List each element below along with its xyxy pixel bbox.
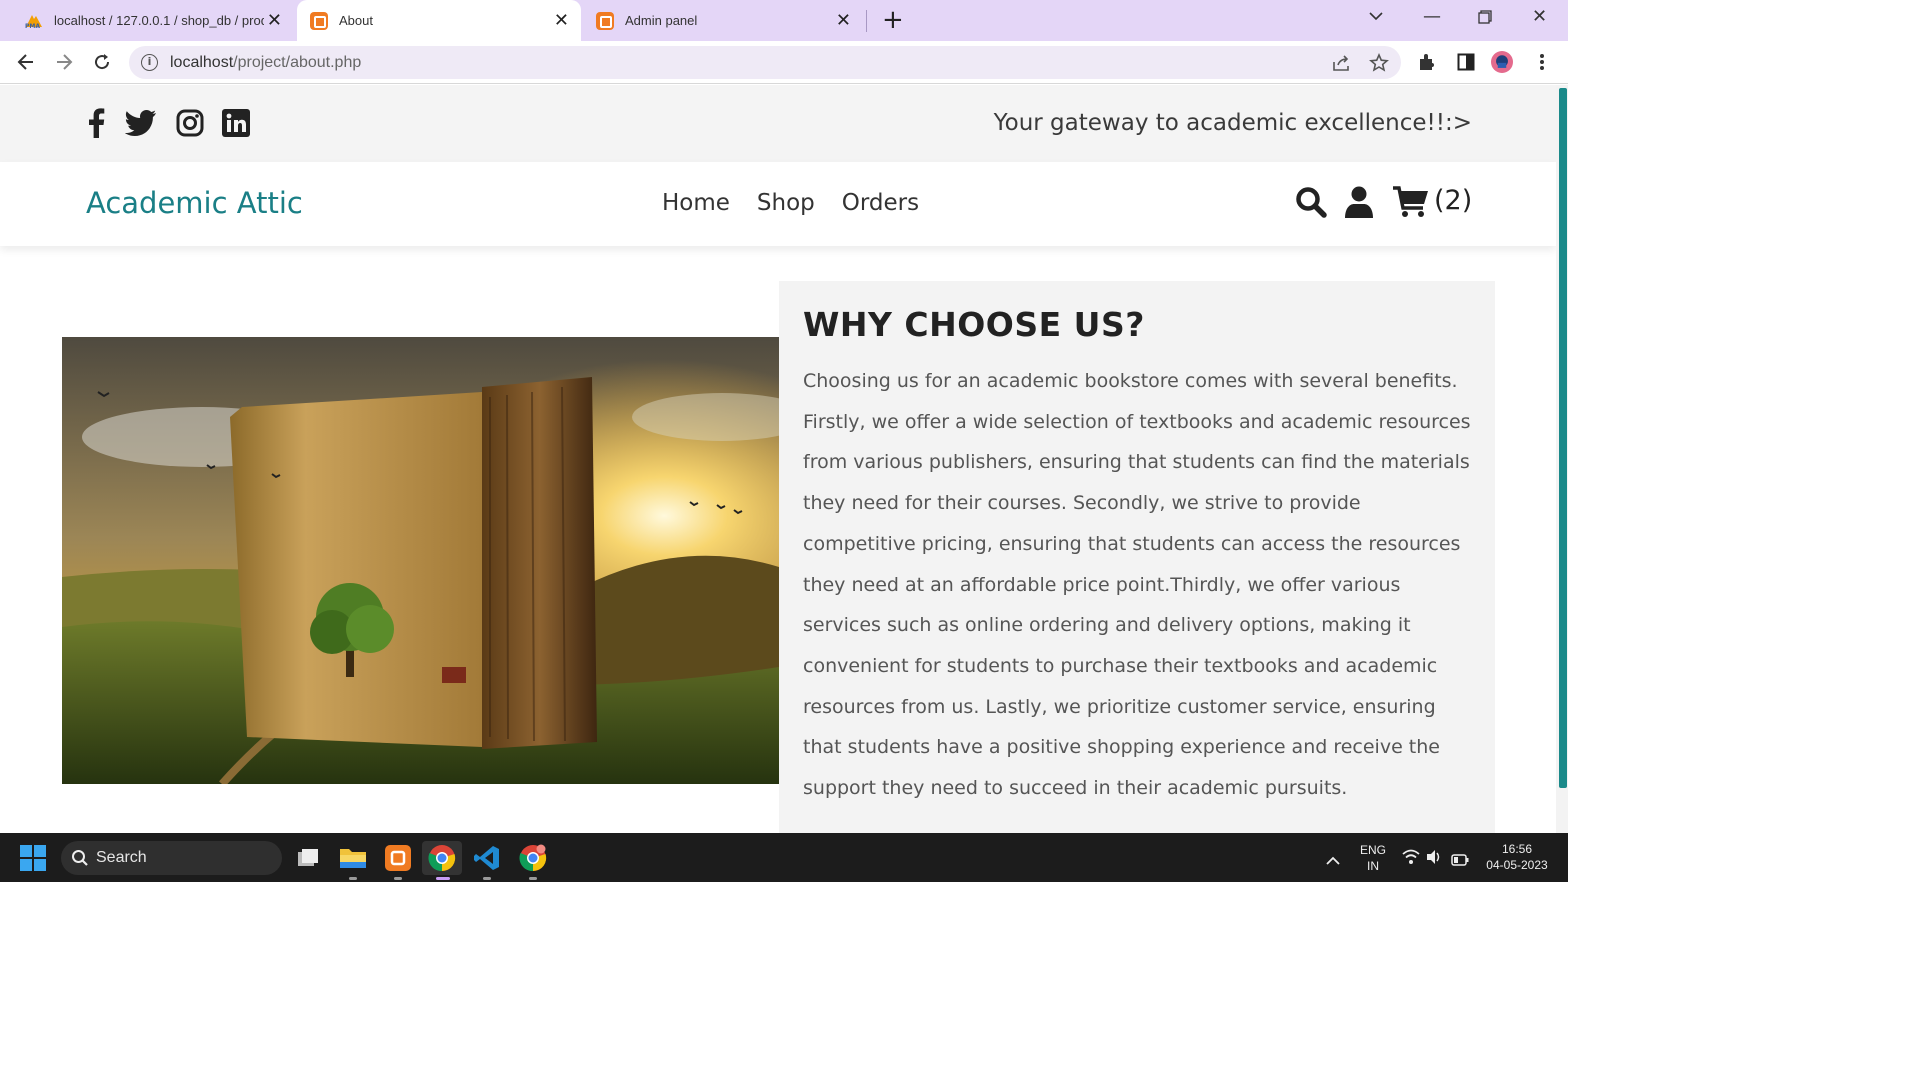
clock[interactable]: 16:56 04-05-2023 [1480, 841, 1554, 873]
search-icon [71, 849, 89, 871]
clock-date: 04-05-2023 [1486, 858, 1548, 872]
linkedin-icon[interactable] [222, 107, 250, 139]
task-view-icon[interactable] [291, 841, 325, 875]
menu-kebab-icon[interactable] [1531, 51, 1553, 73]
tab-title: localhost / 127.0.0.1 / shop_db / produc [54, 13, 264, 28]
xampp-icon [309, 11, 329, 31]
back-icon[interactable] [15, 51, 37, 73]
language-indicator[interactable]: ENG IN [1358, 842, 1388, 874]
chrome-profile-icon[interactable] [516, 841, 550, 875]
chrome-icon[interactable] [422, 841, 462, 875]
nav-shop[interactable]: Shop [757, 190, 815, 216]
clock-time: 16:56 [1501, 842, 1533, 856]
address-bar[interactable]: i localhost/project/about.php [129, 46, 1401, 79]
twitter-icon[interactable] [124, 107, 158, 139]
svg-text:PMA: PMA [25, 23, 40, 29]
running-indicator [483, 877, 491, 880]
site-logo[interactable]: Academic Attic [86, 186, 303, 220]
phpmyadmin-icon: PMA [24, 11, 44, 31]
browser-toolbar: i localhost/project/about.php [0, 41, 1568, 84]
chevron-up-icon[interactable] [1326, 851, 1340, 870]
reload-icon[interactable] [91, 51, 113, 73]
top-strip: Your gateway to academic excellence!!:> [0, 85, 1556, 162]
cart-count[interactable]: (2) [1434, 185, 1472, 216]
nav-orders[interactable]: Orders [842, 190, 919, 216]
about-hero-image [62, 337, 779, 784]
scrollbar-thumb[interactable] [1559, 88, 1567, 788]
active-indicator [436, 877, 450, 880]
extensions-icon[interactable] [1416, 51, 1438, 73]
tab-separator [866, 10, 867, 32]
profile-avatar[interactable] [1491, 51, 1513, 73]
tab-admin-panel[interactable]: Admin panel ✕ [583, 0, 863, 41]
forward-icon[interactable] [53, 51, 75, 73]
nav-home[interactable]: Home [662, 190, 730, 216]
new-tab-icon[interactable]: + [882, 7, 904, 33]
browser-tab-bar: PMA localhost / 127.0.0.1 / shop_db / pr… [0, 0, 1568, 41]
bookmark-star-icon[interactable] [1369, 53, 1389, 77]
tab-title: About [339, 13, 373, 28]
close-icon[interactable]: ✕ [554, 11, 569, 29]
language-label: ENG [1359, 843, 1386, 857]
running-indicator [394, 877, 402, 880]
cart-icon[interactable] [1393, 186, 1429, 222]
close-window-icon[interactable]: ✕ [1532, 6, 1547, 27]
why-choose-us-section: WHY CHOOSE US? Choosing us for an academ… [779, 281, 1495, 833]
taskbar-search-label: Search [96, 849, 147, 866]
file-explorer-icon[interactable] [336, 841, 370, 875]
facebook-icon[interactable] [86, 107, 106, 139]
xampp-icon[interactable] [381, 841, 415, 875]
url-text: localhost/project/about.php [170, 54, 362, 71]
wifi-icon[interactable] [1402, 849, 1420, 869]
region-label: IN [1367, 859, 1379, 873]
share-icon[interactable] [1331, 54, 1351, 76]
close-icon[interactable]: ✕ [267, 11, 282, 29]
instagram-icon[interactable] [176, 107, 204, 139]
tab-search-icon[interactable] [1368, 8, 1384, 29]
site-info-icon[interactable]: i [141, 54, 158, 71]
search-icon[interactable] [1295, 186, 1327, 222]
tab-about[interactable]: About ✕ [297, 0, 581, 41]
section-body: Choosing us for an academic bookstore co… [803, 370, 1471, 800]
taskbar-search[interactable]: Search [61, 841, 282, 875]
close-icon[interactable]: ✕ [836, 11, 851, 29]
section-heading: WHY CHOOSE US? [803, 305, 1145, 344]
volume-icon[interactable] [1426, 849, 1442, 869]
side-panel-icon[interactable] [1455, 51, 1477, 73]
windows-start-icon[interactable] [16, 841, 50, 875]
tab-phpmyadmin[interactable]: PMA localhost / 127.0.0.1 / shop_db / pr… [14, 0, 294, 41]
minimize-icon[interactable]: — [1423, 6, 1441, 27]
running-indicator [529, 877, 537, 880]
windows-taskbar: Search ENG IN 16:56 04-05-2023 [0, 833, 1568, 882]
vscode-icon[interactable] [470, 841, 504, 875]
web-page: Your gateway to academic excellence!!:> … [0, 85, 1556, 833]
site-header: Academic Attic Home Shop Orders (2) [0, 162, 1556, 246]
restore-icon[interactable] [1478, 8, 1492, 29]
tab-title: Admin panel [625, 13, 698, 28]
site-tagline: Your gateway to academic excellence!!:> [993, 110, 1472, 136]
main-nav: Home Shop Orders [662, 190, 919, 216]
battery-icon[interactable] [1451, 851, 1469, 870]
running-indicator [349, 877, 357, 880]
xampp-icon [595, 11, 615, 31]
user-icon[interactable] [1345, 186, 1373, 222]
